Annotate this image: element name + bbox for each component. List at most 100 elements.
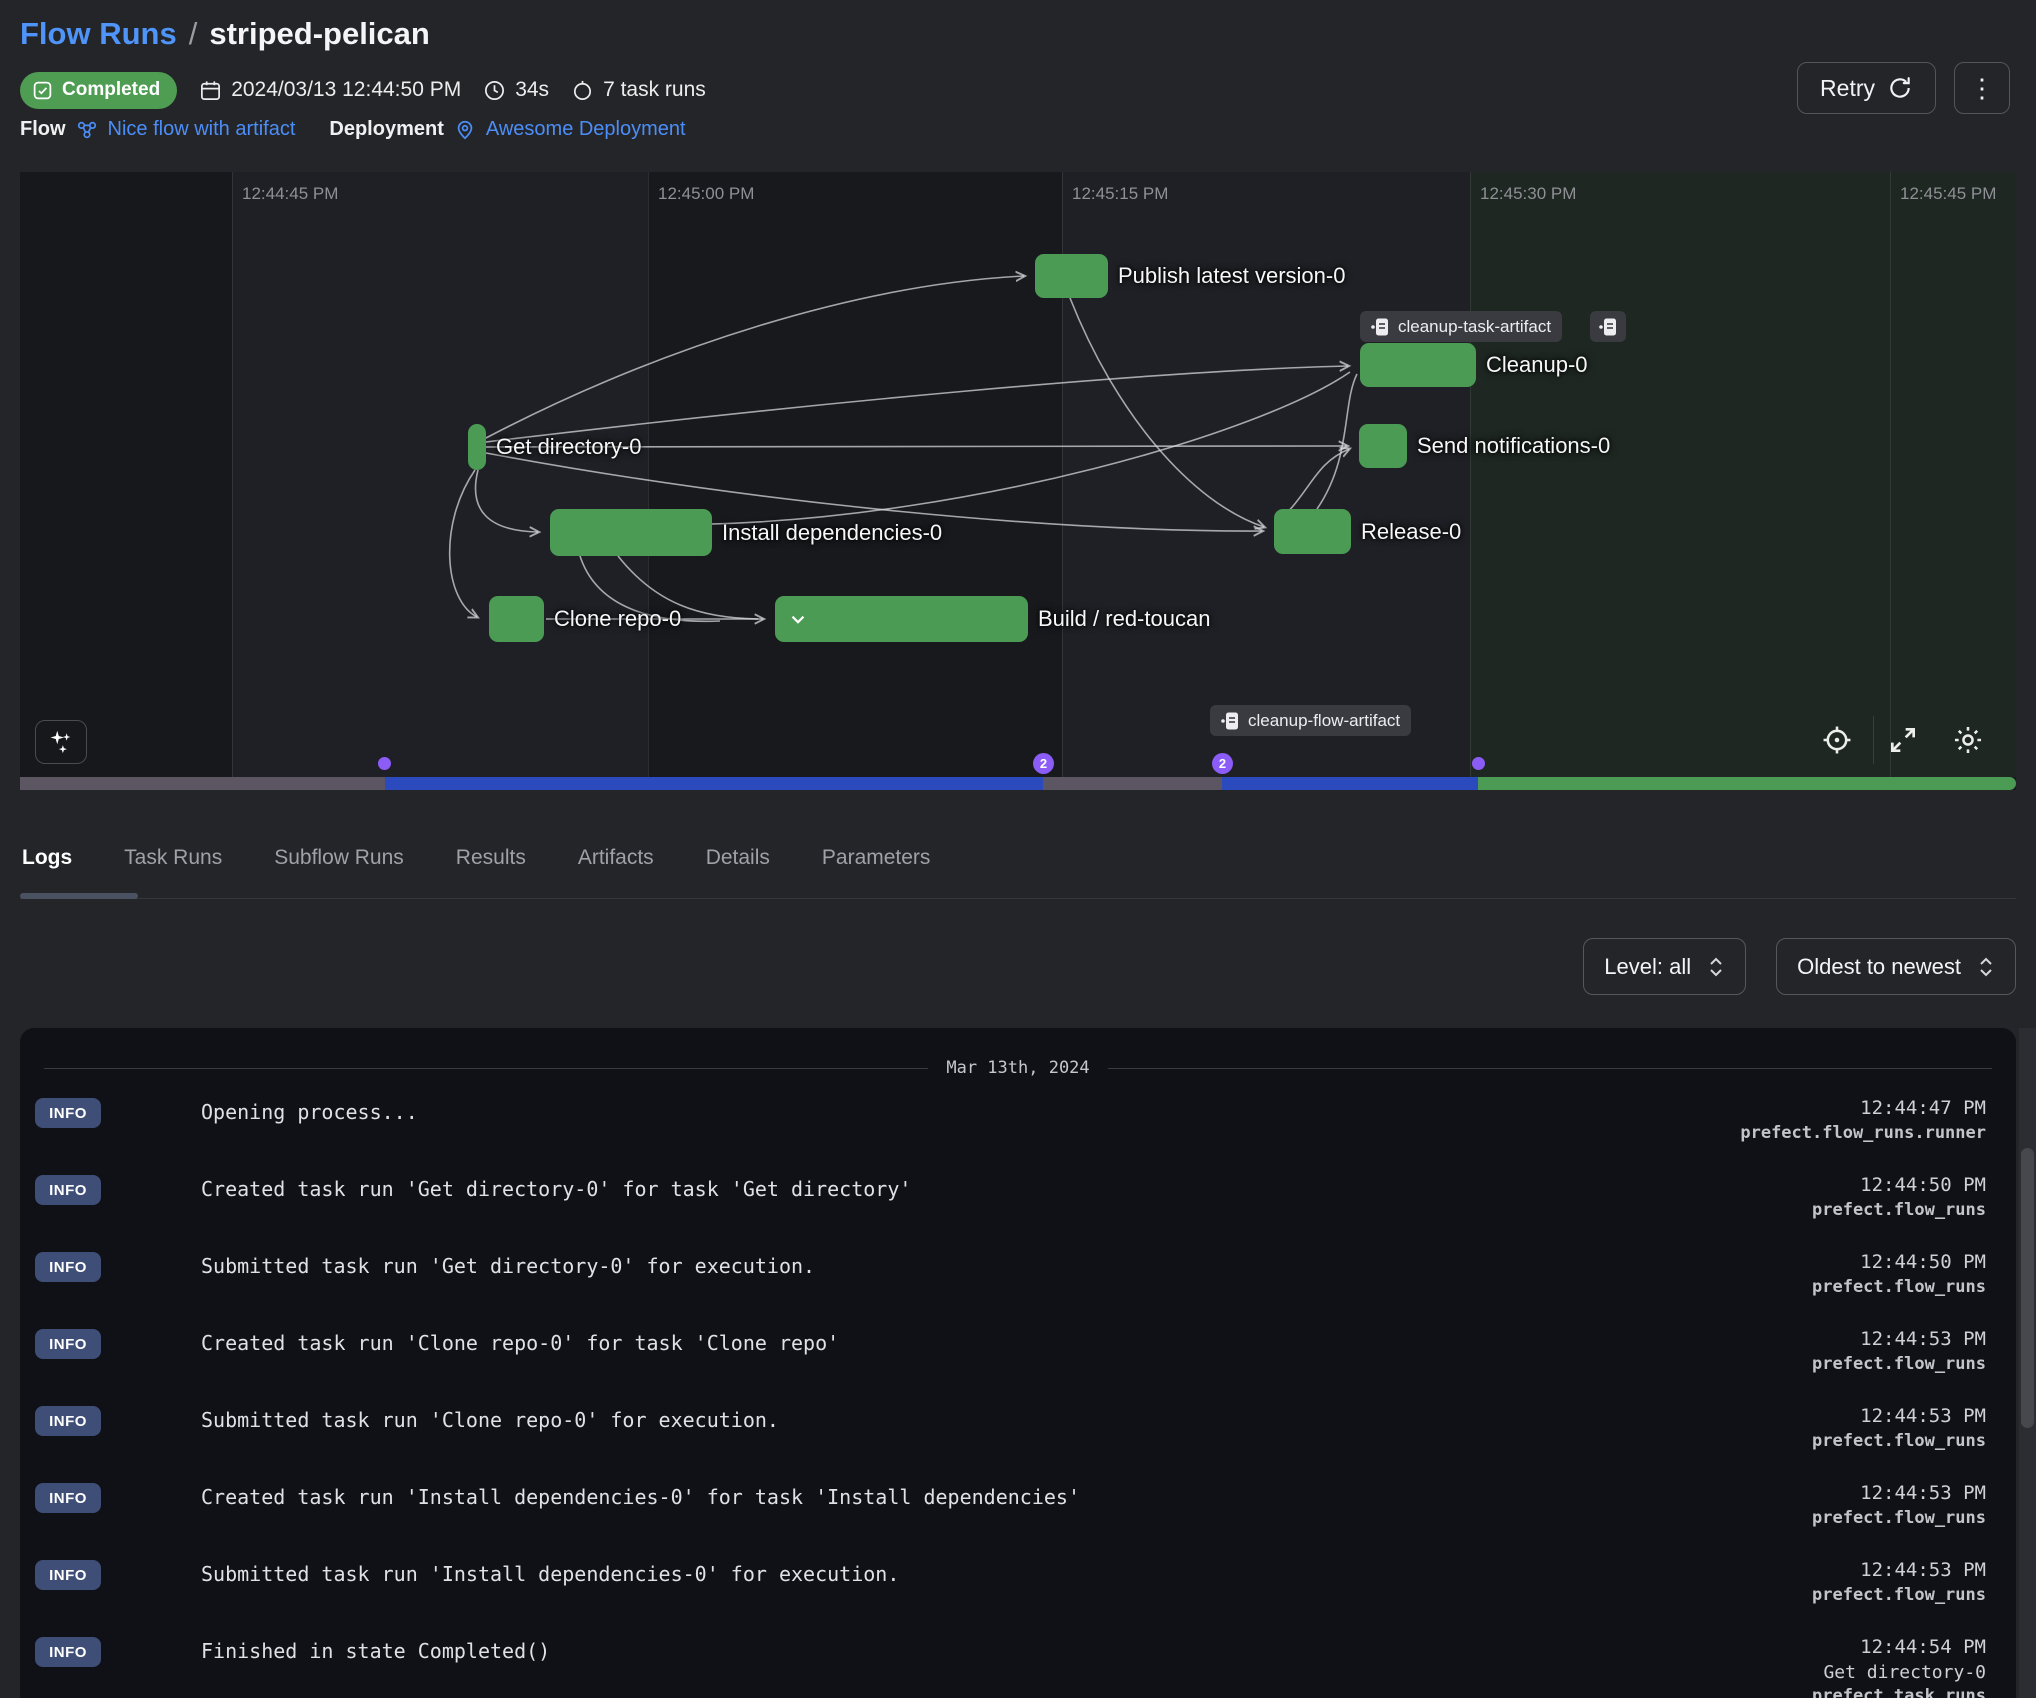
subflow-node-label: Build / red-toucan bbox=[1038, 606, 1210, 632]
log-row: INFO Submitted task run 'Install depende… bbox=[20, 1544, 2016, 1621]
minimap-segment-gray bbox=[20, 777, 385, 790]
artifact-chip-cleanup-flow[interactable]: cleanup-flow-artifact bbox=[1210, 705, 1411, 736]
completed-check-icon bbox=[32, 80, 53, 101]
event-marker-dot[interactable] bbox=[1472, 757, 1485, 770]
sort-order-value: Oldest to newest bbox=[1797, 954, 1961, 980]
task-node-install-dependencies[interactable]: Install dependencies-0 bbox=[550, 509, 942, 556]
ai-sparkles-button[interactable] bbox=[35, 720, 87, 764]
task-node-label: Get directory-0 bbox=[496, 434, 642, 460]
retry-button[interactable]: Retry bbox=[1797, 62, 1936, 114]
task-run-count: 7 task runs bbox=[571, 78, 706, 102]
task-node-label: Cleanup-0 bbox=[1486, 352, 1588, 378]
artifact-chip-cleanup-task[interactable]: cleanup-task-artifact bbox=[1360, 311, 1562, 342]
status-label: Completed bbox=[62, 79, 160, 101]
log-row: INFO Submitted task run 'Get directory-0… bbox=[20, 1236, 2016, 1313]
log-logger: prefect.flow_runs bbox=[1626, 1276, 1986, 1299]
fullscreen-button[interactable] bbox=[1881, 718, 1925, 762]
deployment-name-link[interactable]: Awesome Deployment bbox=[486, 118, 686, 141]
task-node-cleanup[interactable]: Cleanup-0 bbox=[1360, 343, 1588, 387]
tab-task-runs[interactable]: Task Runs bbox=[122, 840, 224, 876]
task-node-clone-repo[interactable]: Clone repo-0 bbox=[489, 596, 681, 642]
tab-artifacts[interactable]: Artifacts bbox=[576, 840, 656, 876]
retry-label: Retry bbox=[1820, 75, 1875, 102]
log-row: INFO Submitted task run 'Clone repo-0' f… bbox=[20, 1390, 2016, 1467]
logs-panel: Mar 13th, 2024 INFO Opening process... 1… bbox=[20, 1028, 2016, 1698]
flow-run-graph[interactable]: 12:44:45 PM 12:45:00 PM 12:45:15 PM 12:4… bbox=[20, 172, 2016, 790]
page-scrollbar[interactable] bbox=[2019, 1028, 2036, 1698]
retry-refresh-icon bbox=[1887, 75, 1913, 101]
subflow-node-build-bar[interactable] bbox=[775, 596, 1028, 642]
center-view-button[interactable] bbox=[1815, 718, 1859, 762]
log-logger: prefect.flow_runs bbox=[1626, 1584, 1986, 1607]
log-logger: prefect.flow_runs.runner bbox=[1626, 1122, 1986, 1145]
breadcrumb-flow-runs-link[interactable]: Flow Runs bbox=[20, 16, 177, 52]
task-node-cleanup-bar[interactable] bbox=[1360, 343, 1476, 387]
log-level-badge: INFO bbox=[35, 1560, 101, 1590]
more-options-button[interactable]: ⋮ bbox=[1954, 62, 2010, 114]
log-time: 12:44:47 PM bbox=[1626, 1096, 1986, 1122]
artifact-chip-extra[interactable] bbox=[1590, 311, 1626, 342]
controls-divider bbox=[1873, 716, 1874, 764]
deployment-pin-icon bbox=[454, 119, 476, 141]
log-level-badge: INFO bbox=[35, 1329, 101, 1359]
tab-details[interactable]: Details bbox=[704, 840, 772, 876]
scrollbar-thumb[interactable] bbox=[2021, 1148, 2034, 1428]
flow-icon bbox=[76, 119, 98, 141]
task-node-send-notifications[interactable]: Send notifications-0 bbox=[1359, 424, 1610, 468]
log-row: INFO Created task run 'Get directory-0' … bbox=[20, 1159, 2016, 1236]
log-logger: prefect.flow_runs bbox=[1626, 1507, 1986, 1530]
tab-results[interactable]: Results bbox=[454, 840, 528, 876]
chevron-updown-icon bbox=[1977, 954, 1995, 980]
event-marker-dot[interactable] bbox=[378, 757, 391, 770]
header-actions: Retry ⋮ bbox=[1797, 62, 2010, 114]
log-filters: Level: all Oldest to newest bbox=[1583, 938, 2016, 995]
task-node-label: Install dependencies-0 bbox=[722, 520, 942, 546]
log-time: 12:44:54 PM bbox=[1626, 1635, 1986, 1661]
task-node-install-dependencies-bar[interactable] bbox=[550, 509, 712, 556]
sort-order-select[interactable]: Oldest to newest bbox=[1776, 938, 2016, 995]
task-node-release[interactable]: Release-0 bbox=[1274, 509, 1461, 554]
task-node-release-bar[interactable] bbox=[1274, 509, 1351, 554]
event-marker-badge[interactable]: 2 bbox=[1212, 753, 1233, 774]
log-message: Created task run 'Install dependencies-0… bbox=[101, 1481, 1626, 1509]
event-marker-badge[interactable]: 2 bbox=[1033, 753, 1054, 774]
task-node-publish[interactable]: Publish latest version-0 bbox=[1035, 254, 1345, 298]
log-time: 12:44:53 PM bbox=[1626, 1558, 1986, 1584]
task-node-label: Send notifications-0 bbox=[1417, 433, 1610, 459]
graph-minimap-bar[interactable] bbox=[20, 777, 2016, 790]
breadcrumb-separator: / bbox=[189, 16, 198, 52]
task-node-get-directory[interactable]: Get directory-0 bbox=[468, 424, 642, 470]
sparkles-icon bbox=[46, 727, 76, 757]
flow-deployment-row: Flow Nice flow with artifact Deployment … bbox=[20, 118, 686, 141]
artifact-chip-label: cleanup-task-artifact bbox=[1398, 317, 1551, 337]
level-filter-select[interactable]: Level: all bbox=[1583, 938, 1746, 995]
task-node-get-directory-bar[interactable] bbox=[468, 424, 486, 470]
task-node-publish-bar[interactable] bbox=[1035, 254, 1108, 298]
tab-subflow-runs[interactable]: Subflow Runs bbox=[272, 840, 406, 876]
task-node-clone-repo-bar[interactable] bbox=[489, 596, 544, 642]
tab-logs[interactable]: Logs bbox=[20, 840, 74, 876]
log-logger: prefect.flow_runs bbox=[1626, 1430, 1986, 1453]
duration-value: 34s bbox=[515, 78, 549, 102]
log-message: Submitted task run 'Get directory-0' for… bbox=[101, 1250, 1626, 1278]
level-filter-value: Level: all bbox=[1604, 954, 1691, 980]
log-row: INFO Created task run 'Clone repo-0' for… bbox=[20, 1313, 2016, 1390]
log-logger: prefect.task_runs bbox=[1626, 1685, 1986, 1698]
start-time: 2024/03/13 12:44:50 PM bbox=[199, 78, 461, 102]
artifact-icon bbox=[1221, 711, 1239, 731]
calendar-icon bbox=[199, 79, 222, 102]
subflow-node-build[interactable]: Build / red-toucan bbox=[775, 596, 1210, 642]
log-level-badge: INFO bbox=[35, 1637, 101, 1667]
task-run-count-value: 7 task runs bbox=[603, 78, 706, 102]
graph-settings-button[interactable] bbox=[1946, 718, 1990, 762]
log-row: INFO Created task run 'Install dependenc… bbox=[20, 1467, 2016, 1544]
chevron-down-icon[interactable] bbox=[787, 608, 809, 630]
task-node-label: Clone repo-0 bbox=[554, 606, 681, 632]
start-time-value: 2024/03/13 12:44:50 PM bbox=[231, 78, 461, 102]
task-node-send-notifications-bar[interactable] bbox=[1359, 424, 1407, 468]
flow-name-link[interactable]: Nice flow with artifact bbox=[108, 118, 296, 141]
divider-line bbox=[44, 1068, 928, 1069]
log-time: 12:44:50 PM bbox=[1626, 1250, 1986, 1276]
page-title: striped-pelican bbox=[209, 16, 430, 52]
tab-parameters[interactable]: Parameters bbox=[820, 840, 933, 876]
